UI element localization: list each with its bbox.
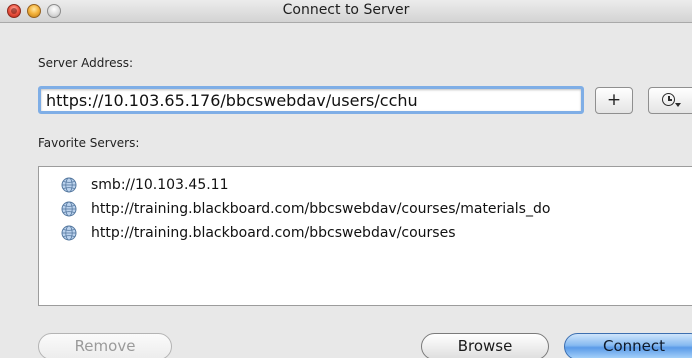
server-address-field[interactable] [38, 86, 584, 114]
title-bar[interactable]: Connect to Server [0, 0, 692, 23]
favorite-servers-label: Favorite Servers: [38, 136, 140, 150]
server-address-label: Server Address: [38, 56, 133, 70]
network-globe-icon [61, 201, 77, 217]
connect-to-server-window: Connect to Server Server Address: + Favo… [0, 0, 692, 358]
favorite-servers-list[interactable]: smb://10.103.45.11 http://training.black… [38, 166, 692, 306]
clock-history-icon [661, 92, 681, 108]
favorite-server-url: smb://10.103.45.11 [91, 177, 229, 193]
favorite-server-url: http://training.blackboard.com/bbcswebda… [91, 201, 551, 217]
window-title: Connect to Server [282, 2, 410, 18]
recent-servers-button[interactable] [648, 87, 692, 114]
network-globe-icon [61, 177, 77, 193]
browse-button[interactable]: Browse [421, 333, 549, 358]
remove-button[interactable]: Remove [38, 333, 172, 358]
network-globe-icon [61, 225, 77, 241]
favorite-server-url: http://training.blackboard.com/bbcswebda… [91, 225, 456, 241]
add-favorite-button[interactable]: + [595, 87, 633, 114]
server-address-input[interactable] [46, 89, 576, 111]
connect-button[interactable]: Connect [564, 333, 692, 358]
